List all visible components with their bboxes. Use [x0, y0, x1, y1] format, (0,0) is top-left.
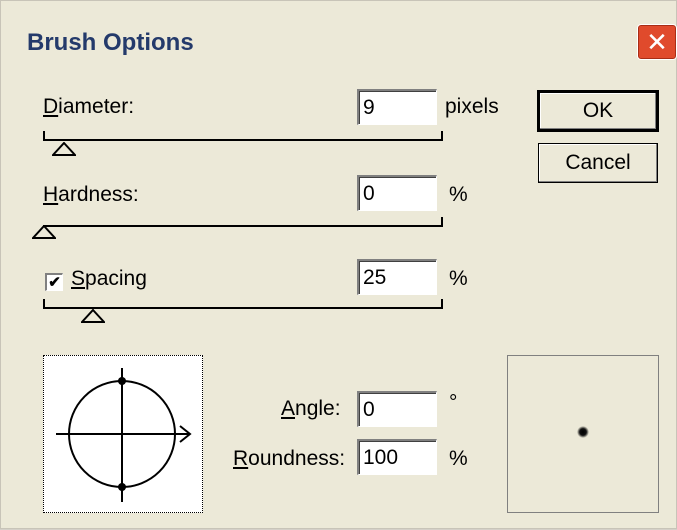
spacing-slider-cap-left — [43, 299, 45, 309]
angle-unit: ° — [449, 391, 458, 414]
spacing-slider-cap-right — [441, 299, 443, 309]
brush-shape-editor-icon — [56, 368, 192, 502]
hardness-slider-cap-right — [441, 217, 443, 227]
dialog-content: Diameter: 9 pixels Hardness: 0 % ✔ Spaci… — [1, 65, 677, 530]
brush-options-dialog: Brush Options ✕ Diameter: 9 pixels Hardn… — [0, 0, 677, 529]
cancel-button[interactable]: Cancel — [538, 143, 658, 183]
hardness-unit: % — [449, 183, 468, 206]
ok-button[interactable]: OK — [537, 90, 659, 132]
checkmark-icon: ✔ — [48, 274, 61, 291]
roundness-label: Roundness: — [233, 447, 346, 470]
brush-tip-preview-icon — [577, 426, 589, 438]
spacing-unit: % — [449, 267, 468, 290]
spacing-label: Spacing — [71, 267, 147, 290]
hardness-slider-thumb[interactable] — [32, 225, 56, 239]
diameter-unit: pixels — [445, 95, 499, 118]
diameter-slider-track — [43, 139, 443, 141]
diameter-slider-thumb[interactable] — [52, 142, 76, 156]
roundness-input[interactable]: 100 — [357, 439, 437, 475]
spacing-checkbox[interactable]: ✔ — [45, 273, 63, 291]
spacing-slider-thumb[interactable] — [81, 309, 105, 323]
spacing-input[interactable]: 25 — [357, 259, 437, 295]
diameter-slider-cap-right — [441, 131, 443, 141]
roundness-unit: % — [449, 447, 468, 470]
hardness-label: Hardness: — [43, 183, 139, 206]
diameter-slider-cap-left — [43, 131, 45, 141]
hardness-slider-track — [43, 225, 443, 227]
close-button[interactable]: ✕ — [637, 24, 677, 60]
dialog-title: Brush Options — [27, 29, 194, 56]
brush-shape-editor[interactable] — [43, 355, 203, 513]
angle-input[interactable]: 0 — [357, 391, 437, 427]
brush-tip-preview — [507, 355, 659, 513]
diameter-label: Diameter: — [43, 95, 135, 118]
hardness-input[interactable]: 0 — [357, 175, 437, 211]
title-bar: Brush Options ✕ — [9, 17, 677, 65]
diameter-input[interactable]: 9 — [357, 89, 437, 125]
angle-label: Angle: — [281, 397, 341, 420]
close-icon: ✕ — [646, 27, 668, 57]
